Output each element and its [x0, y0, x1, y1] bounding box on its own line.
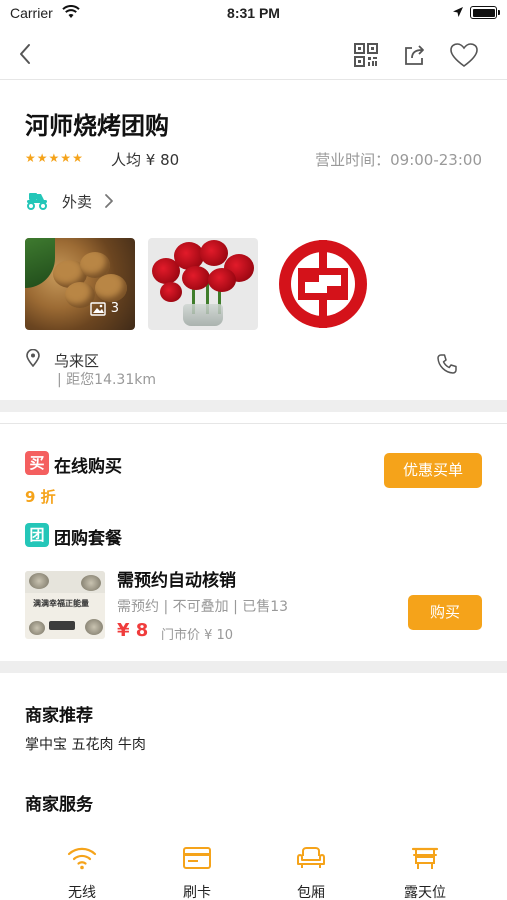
- back-icon[interactable]: [14, 40, 38, 68]
- service-item-private-room: 包厢: [266, 840, 356, 900]
- status-bar: Carrier 8:31 PM: [0, 0, 507, 28]
- bank-logo-icon: [279, 240, 367, 328]
- service-label: 露天位: [404, 885, 446, 900]
- section-divider: [0, 423, 507, 424]
- share-icon[interactable]: [402, 42, 428, 68]
- star-icon: ★: [60, 151, 72, 165]
- clock: 8:31 PM: [227, 5, 280, 21]
- scooter-icon[interactable]: [25, 190, 49, 210]
- shop-distance: | 距您14.31km: [57, 372, 156, 388]
- shop-photo-roses[interactable]: [148, 238, 258, 330]
- deal-thumbnail-text: 满满幸福正能量: [33, 599, 89, 608]
- discount-pay-button[interactable]: 优惠买单: [384, 453, 482, 488]
- deal-title[interactable]: 需预约自动核销: [117, 566, 236, 591]
- photo-count: 3: [90, 301, 119, 316]
- group-buy-title: 团购套餐: [54, 529, 122, 549]
- location-arrow-icon: [453, 7, 463, 17]
- location-pin-icon: [26, 349, 40, 367]
- battery-icon: [470, 6, 500, 19]
- heart-icon[interactable]: [449, 42, 479, 68]
- sofa-icon: [297, 847, 325, 868]
- services-title: 商家服务: [25, 795, 93, 815]
- service-label: 无线: [68, 885, 96, 900]
- buy-button[interactable]: 购买: [408, 595, 482, 630]
- recommend-title: 商家推荐: [25, 706, 93, 726]
- average-price: 人均 ¥ 80: [111, 151, 180, 169]
- photo-vase: [183, 304, 223, 326]
- buy-badge: 买: [25, 451, 49, 475]
- section-divider: [0, 661, 507, 673]
- star-icon: ★: [48, 151, 60, 165]
- discount-rate: 9 折: [25, 488, 56, 506]
- star-icon: ★: [72, 151, 83, 165]
- deal-thumbnail-bowl: [29, 621, 45, 635]
- wifi-icon: [67, 847, 97, 870]
- deal-thumbnail-tag: [49, 621, 75, 630]
- qr-code-icon[interactable]: [353, 42, 379, 68]
- deal-thumbnail-bowl: [81, 575, 101, 591]
- deal-subtitle: 需预约 | 不可叠加 | 已售13: [117, 599, 289, 615]
- chevron-right-icon[interactable]: [104, 193, 114, 209]
- online-buy-title: 在线购买: [54, 457, 122, 477]
- outdoor-seat-icon: [411, 847, 439, 869]
- service-item-card: 刷卡: [152, 840, 242, 900]
- deal-thumbnail-bowl: [85, 619, 103, 635]
- card-icon: [183, 847, 211, 869]
- image-icon: [90, 301, 106, 316]
- shop-area[interactable]: 乌来区: [54, 350, 99, 371]
- group-badge: 团: [25, 523, 49, 547]
- deal-thumbnail-bowl: [29, 573, 49, 589]
- business-hours: 营业时间：09:00-23:00: [315, 151, 482, 169]
- shop-photo-bank-logo[interactable]: [268, 238, 378, 330]
- photo-leaf-decoration: [25, 238, 55, 288]
- rating-stars: ★ ★ ★ ★ ★: [25, 152, 83, 164]
- service-item-outdoor: 露天位: [380, 840, 470, 900]
- delivery-link[interactable]: 外卖: [62, 191, 92, 212]
- star-icon: ★: [25, 151, 36, 165]
- nav-bar: [0, 28, 507, 80]
- section-divider: [0, 400, 507, 412]
- photo-food-piece: [95, 274, 127, 302]
- service-item-wifi: 无线: [37, 840, 127, 900]
- photo-rose: [208, 268, 236, 292]
- service-label: 包厢: [297, 885, 325, 900]
- deal-original-price: 门市价 ¥ 10: [161, 628, 234, 643]
- photo-rose: [200, 240, 228, 266]
- photo-rose: [182, 266, 210, 290]
- shop-photo-food[interactable]: 3: [25, 238, 135, 330]
- shop-name: 河师烧烤团购: [25, 112, 169, 140]
- phone-icon[interactable]: [436, 353, 458, 375]
- photo-rose: [160, 282, 182, 302]
- service-label: 刷卡: [183, 885, 211, 900]
- photo-count-number: 3: [110, 301, 119, 316]
- deal-thumbnail[interactable]: 满满幸福正能量: [25, 571, 105, 639]
- recommend-items: 掌中宝 五花肉 牛肉: [25, 737, 146, 753]
- star-icon: ★: [36, 151, 48, 165]
- deal-price: ¥ 8: [117, 620, 149, 641]
